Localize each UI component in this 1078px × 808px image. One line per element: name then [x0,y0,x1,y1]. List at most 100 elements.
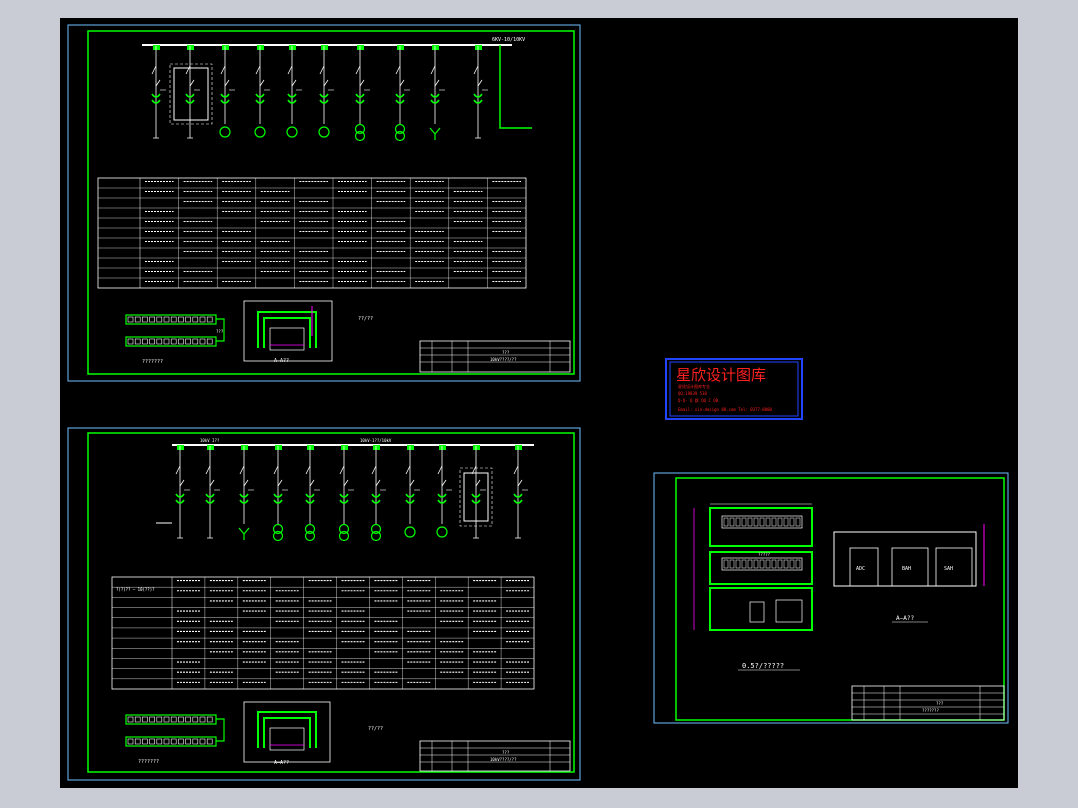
terminal-slot [206,716,213,723]
section-label: A—A?? [274,358,289,364]
cabinet [759,559,765,569]
room-label: ????? [758,552,771,557]
terminal-slot [185,338,191,345]
cabinet [735,517,741,527]
sheet-frame [653,472,1009,724]
terminal-slot [178,738,184,745]
plan-note: ??/?? [368,726,383,732]
elevation-cab-3 [935,547,973,587]
sheet-bottom-left[interactable]: 10kV I?? 10kV-1??/10kV ?(?)?? — 10(??)? … [67,427,581,781]
cabinet-rows [721,515,803,623]
terminal-slot [170,716,177,723]
sheet-frame [67,427,581,781]
feeder-tag [475,45,482,50]
terminal-slot [170,316,177,323]
cabinet [777,517,783,527]
cabinet [735,559,741,569]
cabinet [723,517,729,527]
feeder-tag [222,45,229,50]
feeder-tag [515,445,522,450]
terminal-slot [206,338,213,345]
feeder-tag [177,445,184,450]
terminal-slot [163,716,170,723]
feeder-tag [257,45,264,50]
room-equipment [775,599,803,623]
watermark-line: 星欣设计图库专业 [678,383,710,389]
sheet-border [675,477,1005,721]
terminal-slot [142,738,148,745]
feeder-tag [321,45,328,50]
cabinet [723,559,729,569]
feeder-tag [275,445,282,450]
feeder-load [436,526,448,538]
terminal-slot [127,338,134,345]
terminal-slot [185,316,191,323]
svg-text:???: ??? [502,350,510,355]
feeder-tag [207,445,214,450]
terminal-slot [163,338,170,345]
elevation-frame [833,531,977,587]
plan-caption: 0.5?/????? [742,662,784,670]
feeder-tag [307,445,314,450]
terminal-slot [199,738,206,745]
svg-text:???: ??? [502,750,510,755]
cabinet [795,517,801,527]
feeder-tag [153,45,160,50]
drawing-canvas[interactable]: 6KV-10/10KV ??????? ??? A—A?? ??/?? ??? … [60,18,1018,788]
feeder-transformer [354,130,366,142]
terminal-strip [125,714,225,747]
elevation-label-adc: ADC [856,566,865,572]
feeder-transformer [338,530,350,542]
title-block: ??? ??????? [851,685,1005,721]
dim-label: ??? [216,329,224,334]
feeder-tag [397,45,404,50]
terminal-slot [192,716,199,723]
sheet-right[interactable]: ????? 0.5?/????? ADC BAH SAH A—A?? ??? ?… [653,472,1009,724]
feeder-end [187,124,193,139]
sheet-top-left[interactable]: 6KV-10/10KV ??????? ??? A—A?? ??/?? ??? … [67,24,581,382]
terminal-slot [192,338,199,345]
terminal-slot [192,738,199,745]
feeder-tag [432,45,439,50]
terminal-slot [199,316,206,323]
cabinet [747,559,753,569]
legend-label: ??????? [138,759,159,765]
cabinet [777,559,783,569]
bus-label-b: 10kV-1??/10kV [360,438,392,443]
terminal-slot [156,316,163,323]
terminal-slot [170,338,177,345]
room-plan-bottom [709,587,813,631]
section-label: A—A?? [896,615,914,622]
terminal-slot [163,316,170,323]
room-plan-top [709,507,813,547]
watermark-title: 星欣设计图库 [676,366,766,384]
terminal-slot [142,338,148,345]
terminal-slot [134,716,141,723]
title-block: ??? 10kV????/?? [419,340,571,373]
cabinet [783,517,789,527]
feeder-group [151,45,488,142]
legend-label: ??????? [142,359,163,365]
feeder-ground [238,527,250,540]
elevation-label-bah: BAH [902,566,911,572]
cabinet [771,559,777,569]
cad-drawing: 6KV-10/10KV ??????? ??? A—A?? ??/?? ??? … [67,24,1009,781]
section-cable [269,727,305,751]
cabinet [789,559,795,569]
terminal-slot [185,716,191,723]
feeder-load [219,126,231,138]
feeder-transformer [304,530,316,542]
feeder-tag [407,445,414,450]
sheet-border [87,30,575,375]
terminal-slot [134,738,141,745]
terminal-slot [170,738,177,745]
header-row-text: ?(?)?? — 10(??)? [116,587,155,592]
terminal-slot [206,738,213,745]
terminal-slot [149,738,155,745]
cabinet [783,559,789,569]
feeder-load [318,126,330,138]
feeder-tag [187,45,194,50]
terminal-slot [206,316,213,323]
cabinet [795,559,801,569]
switchgear-box-dash [169,63,213,125]
